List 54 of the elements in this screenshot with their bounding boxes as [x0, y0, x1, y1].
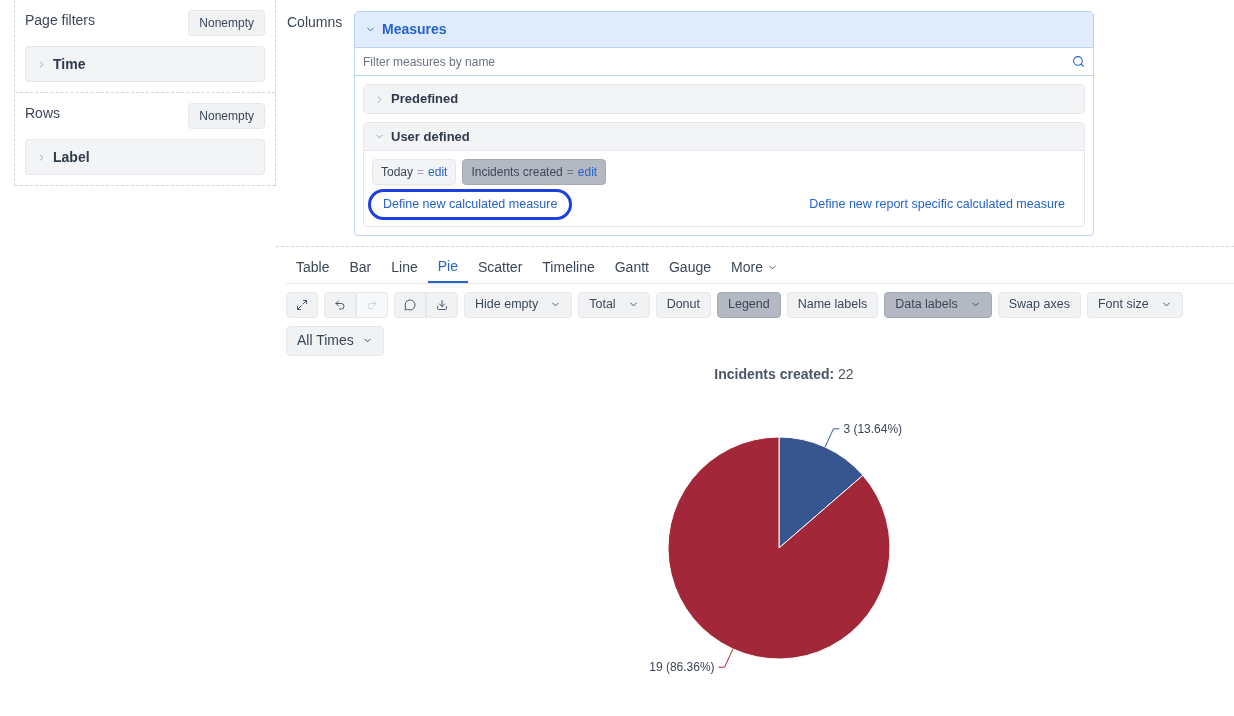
equals-sign: = — [417, 164, 425, 181]
nonempty-button[interactable]: Nonempty — [188, 103, 265, 129]
section-title: Page filters — [25, 11, 96, 30]
chart-tab[interactable]: Pie — [427, 252, 468, 283]
more-menu[interactable]: More — [721, 252, 788, 283]
dimension-item[interactable]: Time — [25, 46, 265, 82]
data-label: 3 (13.64%) — [843, 421, 903, 436]
chart-tab[interactable]: Line — [381, 252, 428, 283]
undo-button[interactable] — [324, 291, 356, 318]
chip-label: Today — [381, 164, 414, 181]
toolbar-button[interactable]: Hide empty — [464, 291, 573, 318]
section-header[interactable]: User defined — [364, 123, 1084, 151]
filter-field[interactable]: Filter measures by name — [355, 48, 1093, 76]
toolbar-button[interactable]: Swap axes — [997, 291, 1081, 318]
toolbar-button[interactable]: Name labels — [786, 291, 879, 318]
toolbar-button[interactable]: Font size — [1086, 291, 1183, 318]
fullscreen-button[interactable] — [286, 291, 318, 318]
link[interactable]: Define new calculated measure — [368, 189, 573, 220]
download-button[interactable] — [426, 291, 458, 318]
search-icon — [1072, 55, 1085, 68]
section-header[interactable]: Predefined — [364, 85, 1084, 113]
redo-icon — [366, 298, 378, 311]
measure-chip[interactable]: Today = edit — [372, 159, 457, 185]
columns-title: Columns — [287, 13, 344, 32]
chart-tab[interactable]: Gauge — [658, 252, 721, 283]
link[interactable]: Define new report specific calculated measure — [794, 189, 1080, 220]
chip-label: Incidents created — [471, 164, 563, 181]
measure-chip[interactable]: Incidents created = edit — [462, 159, 607, 185]
toolbar-button[interactable]: Data labels — [884, 291, 992, 318]
undo-icon — [334, 298, 346, 311]
chart-tab[interactable]: Scatter — [467, 252, 533, 283]
filter-input[interactable]: Filter measures by name — [363, 52, 1072, 71]
data-label: 19 (86.36%) — [649, 659, 715, 674]
time-filter-dropdown[interactable]: All Times — [286, 325, 384, 356]
fullscreen-icon — [296, 298, 308, 311]
chart-tab[interactable]: Bar — [339, 252, 382, 283]
chart-title: Incidents created: 22 — [714, 364, 854, 384]
leader-line — [718, 648, 734, 668]
toolbar-button[interactable]: Total — [578, 291, 650, 318]
comment-icon — [404, 298, 416, 311]
toolbar-button[interactable]: Legend — [717, 291, 781, 318]
nonempty-button[interactable]: Nonempty — [188, 10, 265, 36]
comment-button[interactable] — [394, 291, 426, 318]
chart-tab[interactable]: Table — [286, 252, 340, 283]
download-icon — [436, 298, 448, 311]
dimension-item[interactable]: Label — [25, 139, 265, 175]
leader-line — [824, 428, 840, 448]
edit-link[interactable]: edit — [428, 163, 448, 181]
measures-header[interactable]: Measures — [355, 12, 1093, 48]
toolbar-button[interactable]: Donut — [655, 291, 711, 318]
chart-tab[interactable]: Timeline — [532, 252, 605, 283]
equals-sign: = — [566, 164, 574, 181]
chart-tab[interactable]: Gantt — [604, 252, 659, 283]
section-title: Rows — [25, 104, 60, 123]
